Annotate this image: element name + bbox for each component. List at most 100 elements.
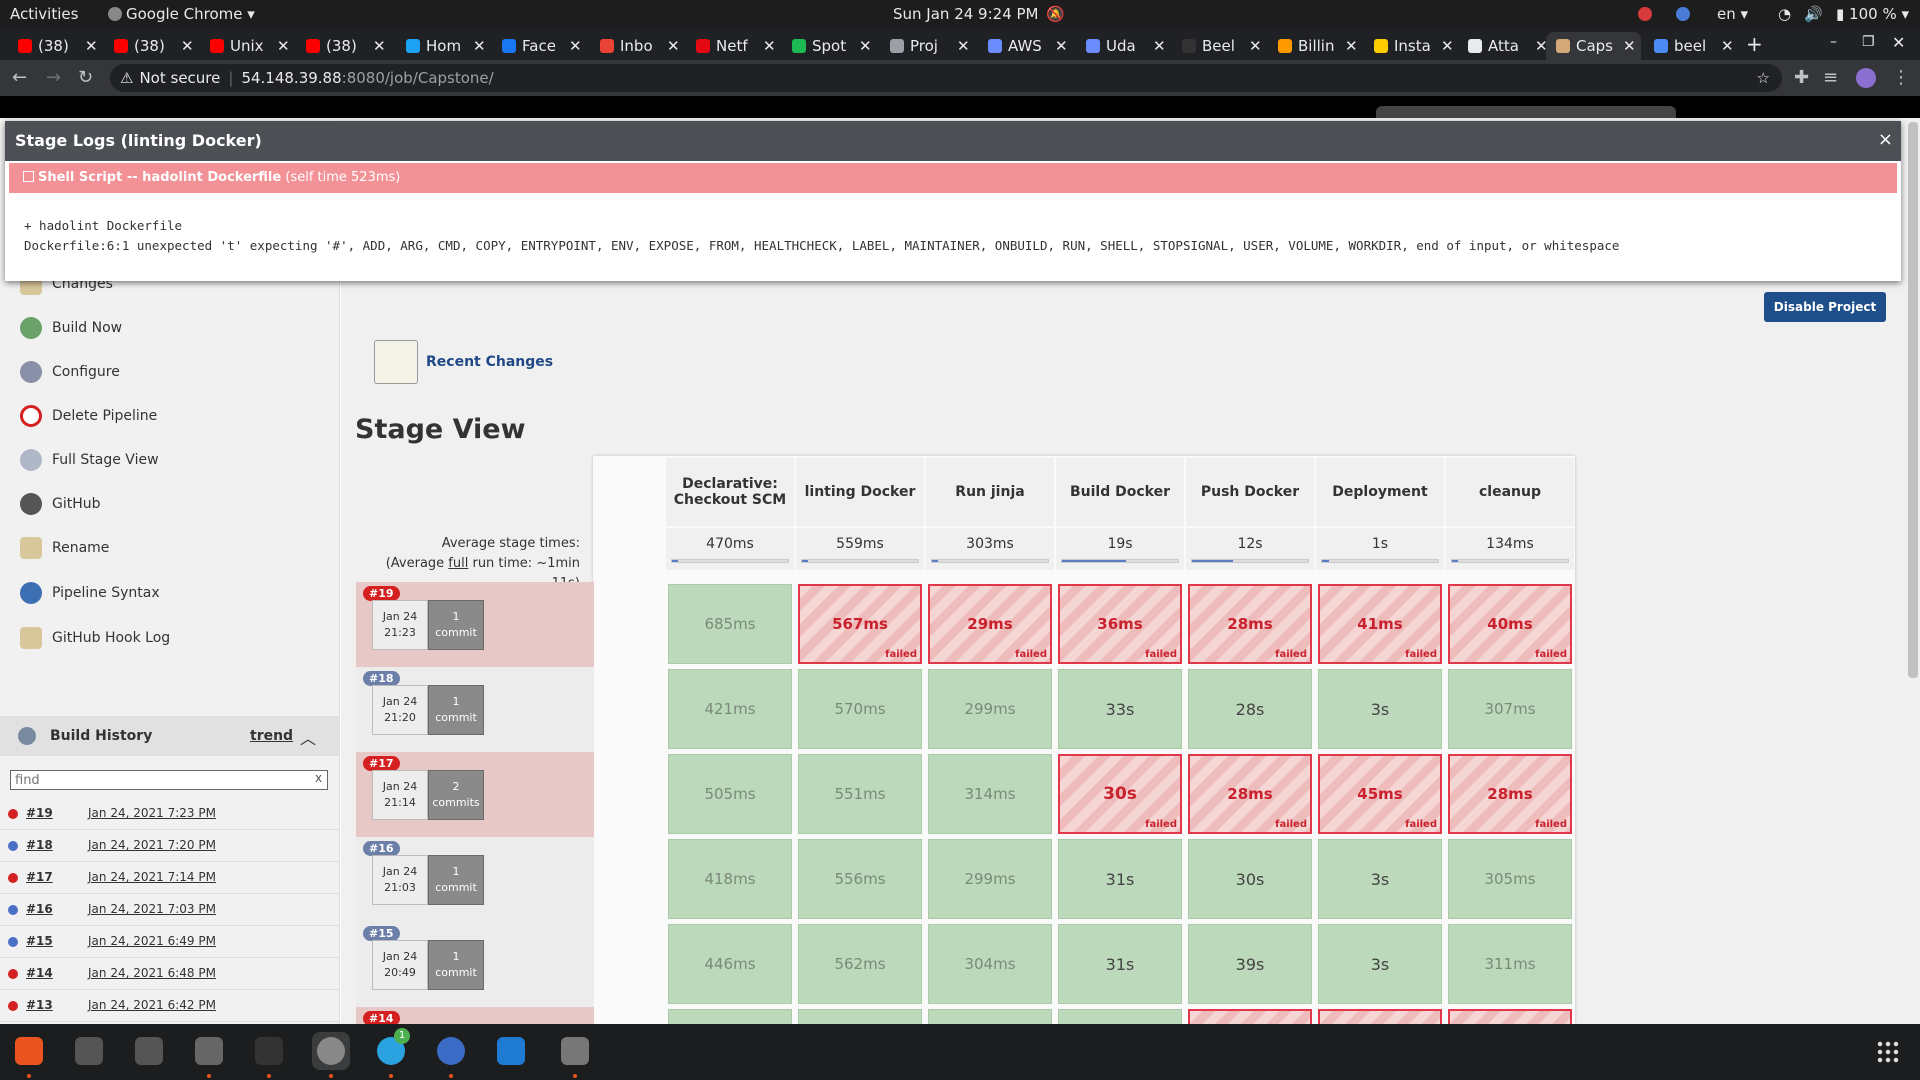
extensions-icon[interactable]: ✚ — [1794, 67, 1809, 88]
run-info[interactable]: Jan 24 21:14 2 commits — [372, 770, 488, 820]
stage-cell[interactable]: 299ms — [928, 669, 1052, 749]
reload-icon[interactable]: ↻ — [78, 67, 93, 88]
close-tab-icon[interactable]: ✕ — [1441, 37, 1459, 55]
close-tab-icon[interactable]: ✕ — [1721, 37, 1739, 55]
close-icon[interactable]: × — [1878, 129, 1893, 150]
language-indicator[interactable]: en ▾ — [1717, 5, 1748, 23]
profile-avatar[interactable] — [1856, 68, 1876, 88]
build-date-link[interactable]: Jan 24, 2021 6:42 PM — [88, 998, 216, 1012]
recent-changes-link[interactable]: Recent Changes — [374, 340, 553, 384]
tab[interactable]: Spot ✕ — [782, 32, 877, 60]
stage-cell[interactable]: 29ms failed — [928, 584, 1052, 664]
stage-cell[interactable]: 45ms failed — [1318, 754, 1442, 834]
qbittorrent-icon[interactable] — [432, 1032, 470, 1070]
stage-cell[interactable]: 314ms — [928, 754, 1052, 834]
sidebar-item-delete-pipeline[interactable]: Delete Pipeline — [20, 404, 157, 428]
run-info[interactable]: Jan 24 21:23 1 commit — [372, 600, 488, 650]
build-date-link[interactable]: Jan 24, 2021 7:23 PM — [88, 806, 216, 820]
tab[interactable]: Netf ✕ — [686, 32, 781, 60]
build-number-link[interactable]: #13 — [26, 998, 53, 1012]
run-number-badge[interactable]: #17 — [363, 756, 400, 771]
build-number-link[interactable]: #14 — [26, 966, 53, 980]
stage-cell[interactable]: 33s — [1058, 669, 1182, 749]
stage-cell[interactable]: 30s failed — [1058, 754, 1182, 834]
close-tab-icon[interactable]: ✕ — [373, 37, 391, 55]
maximize-button[interactable]: ❐ — [1862, 34, 1875, 50]
full-run-link[interactable]: full — [448, 556, 468, 571]
volume-icon[interactable]: 🔊 — [1804, 5, 1823, 23]
stage-cell[interactable]: 28s — [1188, 669, 1312, 749]
tray-icon[interactable] — [1638, 7, 1652, 21]
clock[interactable]: Sun Jan 24 9:24 PM — [893, 5, 1039, 23]
stage-cell[interactable]: 305ms — [1448, 839, 1572, 919]
close-tab-icon[interactable]: ✕ — [85, 37, 103, 55]
tray-icon[interactable] — [1676, 7, 1690, 21]
run-info[interactable]: Jan 24 20:49 1 commit — [372, 940, 488, 990]
commits-badge[interactable]: 1 commit — [428, 940, 484, 990]
sidebar-item-rename[interactable]: Rename — [20, 536, 109, 560]
updater-icon[interactable] — [70, 1032, 108, 1070]
sidebar-item-full-stage-view[interactable]: Full Stage View — [20, 448, 159, 472]
run-info[interactable]: Jan 24 21:20 1 commit — [372, 685, 488, 735]
close-tab-icon[interactable]: ✕ — [473, 37, 491, 55]
stage-cell[interactable]: 685ms — [668, 584, 792, 664]
build-history-row[interactable]: #19 Jan 24, 2021 7:23 PM — [0, 798, 340, 830]
app-menu[interactable]: Google Chrome ▾ — [108, 5, 255, 23]
stage-cell[interactable]: 28ms failed — [1448, 754, 1572, 834]
stage-cell[interactable]: 3s — [1318, 669, 1442, 749]
build-date-link[interactable]: Jan 24, 2021 6:48 PM — [88, 966, 216, 980]
build-history-find-input[interactable] — [10, 770, 328, 790]
commits-badge[interactable]: 1 commit — [428, 855, 484, 905]
wifi-icon[interactable]: ◔ — [1778, 5, 1791, 23]
stage-cell[interactable]: 307ms — [1448, 669, 1572, 749]
reading-list-icon[interactable]: ≡ — [1823, 67, 1838, 88]
tab[interactable]: Atta ✕ — [1458, 32, 1553, 60]
build-number-link[interactable]: #16 — [26, 902, 53, 916]
stage-cell[interactable]: 30s — [1188, 839, 1312, 919]
tab[interactable]: Proj ✕ — [880, 32, 975, 60]
stage-cell[interactable]: 36ms failed — [1058, 584, 1182, 664]
new-tab-button[interactable]: + — [1746, 32, 1763, 56]
tab[interactable]: (38) ✕ — [296, 32, 391, 60]
search-box[interactable] — [1376, 106, 1676, 118]
build-history-row[interactable]: #15 Jan 24, 2021 6:49 PM — [0, 926, 340, 958]
stage-cell[interactable]: 570ms — [798, 669, 922, 749]
tab[interactable]: Face ✕ — [492, 32, 587, 60]
chrome-icon[interactable] — [312, 1032, 350, 1070]
stage-cell[interactable]: 40ms failed — [1448, 584, 1572, 664]
forward-icon[interactable]: → — [46, 67, 61, 88]
close-tab-icon[interactable]: ✕ — [667, 37, 685, 55]
address-bar[interactable]: ⚠ Not secure | 54.148.39.88:8080/job/Cap… — [110, 64, 1782, 92]
build-number-link[interactable]: #18 — [26, 838, 53, 852]
files-icon[interactable] — [190, 1032, 228, 1070]
stage-cell[interactable]: 562ms — [798, 924, 922, 1004]
close-tab-icon[interactable]: ✕ — [763, 37, 781, 55]
stage-cell[interactable]: 3s — [1318, 924, 1442, 1004]
battery-indicator[interactable]: ▮ 100 % ▾ — [1836, 5, 1909, 23]
stage-cell[interactable]: 31s — [1058, 924, 1182, 1004]
activities-button[interactable]: Activities — [10, 5, 78, 23]
sidebar-item-configure[interactable]: Configure — [20, 360, 120, 384]
close-tab-icon[interactable]: ✕ — [1153, 37, 1171, 55]
build-date-link[interactable]: Jan 24, 2021 7:20 PM — [88, 838, 216, 852]
build-history-row[interactable]: #18 Jan 24, 2021 7:20 PM — [0, 830, 340, 862]
tab[interactable]: Unix ✕ — [200, 32, 295, 60]
disable-project-button[interactable]: Disable Project — [1764, 292, 1886, 322]
stage-cell[interactable]: 28ms failed — [1188, 754, 1312, 834]
run-number-badge[interactable]: #18 — [363, 671, 400, 686]
stage-cell[interactable]: 31s — [1058, 839, 1182, 919]
scrollbar-thumb[interactable] — [1908, 122, 1918, 678]
close-tab-icon[interactable]: ✕ — [1623, 37, 1641, 55]
back-icon[interactable]: ← — [12, 67, 27, 88]
stage-cell[interactable]: 418ms — [668, 839, 792, 919]
close-tab-icon[interactable]: ✕ — [859, 37, 877, 55]
stage-cell[interactable]: 311ms — [1448, 924, 1572, 1004]
clear-find-icon[interactable]: x — [315, 771, 322, 785]
tab[interactable]: Billin ✕ — [1268, 32, 1363, 60]
close-tab-icon[interactable]: ✕ — [1055, 37, 1073, 55]
window-close-button[interactable]: ✕ — [1892, 33, 1905, 52]
tab[interactable]: Hom ✕ — [396, 32, 491, 60]
close-tab-icon[interactable]: ✕ — [1345, 37, 1363, 55]
tab[interactable]: AWS ✕ — [978, 32, 1073, 60]
stage-cell[interactable]: 304ms — [928, 924, 1052, 1004]
